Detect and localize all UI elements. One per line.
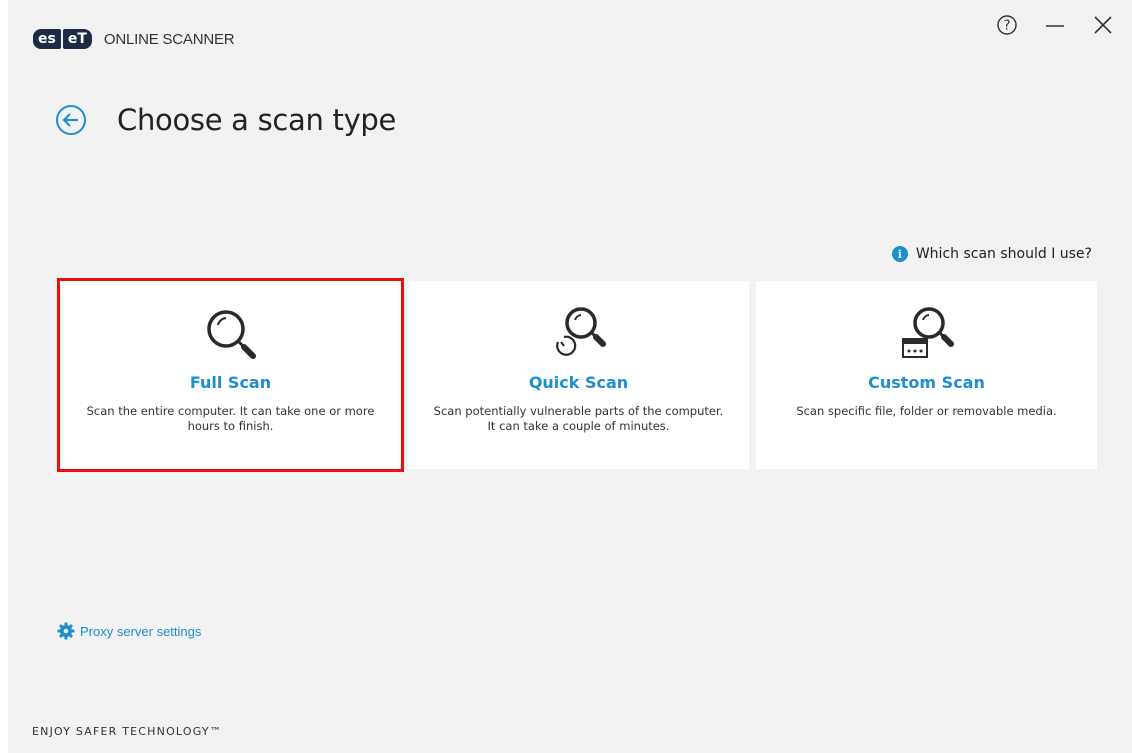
full-scan-description: Scan the entire computer. It can take on… [86,404,375,433]
quick-scan-description: Scan potentially vulnerable parts of the… [433,404,724,433]
full-scan-title: Full Scan [189,373,272,392]
logo-part-2: eT [62,29,92,49]
back-button[interactable] [55,104,87,136]
magnifier-clock-icon [555,307,606,356]
magnifier-icon [206,310,256,359]
footer-tagline: ENJOY SAFER TECHNOLOGY™ [32,725,223,738]
svg-text:?: ? [1004,19,1011,34]
gear-icon [57,622,75,640]
quick-scan-title: Quick Scan [528,373,629,392]
back-arrow-circle-icon [56,105,86,136]
full-scan-card[interactable]: Full Scan Scan the entire computer. It c… [57,278,404,472]
which-scan-link[interactable]: i Which scan should I use? [891,246,1092,262]
question-circle-icon: ? [997,15,1017,35]
eset-logo: es eT ONLINE SCANNER [33,28,235,50]
custom-scan-description: Scan specific file, folder or removable … [796,404,1057,418]
magnifier-window-icon [901,307,954,358]
window-left-edge [0,0,8,753]
app-name: ONLINE SCANNER [103,30,235,48]
which-scan-label: Which scan should I use? [915,246,1092,262]
close-icon [1094,16,1112,34]
custom-scan-title: Custom Scan [868,373,985,392]
logo-badge: es eT [33,28,92,50]
window-controls: ? [994,12,1116,38]
minimize-icon [1046,25,1064,27]
info-icon: i [891,246,908,262]
quick-scan-card[interactable]: Quick Scan Scan potentially vulnerable p… [408,281,749,469]
title-row: Choose a scan type [55,84,396,157]
scan-type-cards: Full Scan Scan the entire computer. It c… [57,278,1097,472]
proxy-settings-link[interactable]: Proxy server settings [57,622,201,640]
custom-scan-card[interactable]: Custom Scan Scan specific file, folder o… [756,281,1097,469]
header: es eT ONLINE SCANNER ? [0,0,1132,80]
help-button[interactable]: ? [994,12,1020,38]
page-title: Choose a scan type [117,103,397,138]
proxy-settings-label: Proxy server settings [80,623,202,639]
minimize-button[interactable] [1042,12,1068,38]
logo-part-1: es [33,29,61,49]
close-button[interactable] [1090,12,1116,38]
